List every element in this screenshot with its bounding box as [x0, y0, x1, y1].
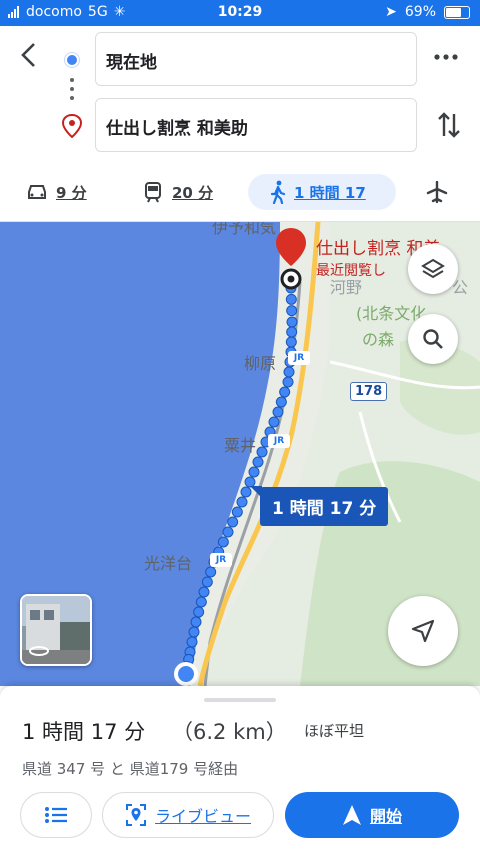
- live-view-label: ライブビュー: [154, 807, 251, 826]
- map-place-label: 伊予和気: [212, 222, 277, 237]
- route-dot: [186, 636, 198, 648]
- route-dots-icon: [70, 78, 74, 105]
- map-view[interactable]: 伊予和気 仕出し割烹 和美 最近閲覧し 河野 公 (北条文化 の森 柳原 粟井 …: [0, 222, 480, 686]
- map-place-label: 柳原: [244, 354, 277, 373]
- airplane-icon: [426, 181, 448, 203]
- route-duration-badge[interactable]: 1 時間 17 分: [249, 486, 389, 526]
- car-icon: [28, 185, 46, 199]
- tab-transit[interactable]: 20 分: [142, 174, 213, 210]
- route-dot: [188, 626, 200, 638]
- start-navigation-icon: [342, 805, 361, 825]
- route-dot: [286, 326, 298, 338]
- route-dot: [236, 496, 248, 508]
- route-via: 県道 347 号 と 県道179 号経由: [22, 760, 239, 778]
- recenter-button[interactable]: [388, 596, 458, 666]
- live-view-button[interactable]: ライブビュー: [102, 792, 274, 838]
- route-dot: [201, 576, 213, 588]
- battery-icon: [444, 5, 470, 19]
- back-button[interactable]: [14, 40, 44, 70]
- route-dot: [268, 416, 280, 428]
- location-arrow-icon: ➤: [385, 4, 397, 20]
- jr-station-icon: JR: [288, 351, 310, 365]
- map-place-label: 光洋台: [144, 554, 193, 573]
- swap-button[interactable]: [436, 110, 462, 144]
- battery-text: 69%: [404, 4, 436, 20]
- route-dot: [279, 386, 291, 398]
- tab-walk[interactable]: 1 時間 17: [248, 174, 396, 210]
- sheet-drag-handle[interactable]: [204, 698, 276, 702]
- search-icon: [423, 329, 443, 349]
- origin-field[interactable]: 現在地: [95, 32, 417, 86]
- route-dot: [222, 526, 234, 538]
- map-search-button[interactable]: [408, 314, 458, 364]
- route-dot: [285, 293, 297, 305]
- jr-station-icon: JR: [210, 553, 232, 567]
- street-view-360-icon: [29, 646, 49, 656]
- route-dot: [217, 536, 229, 548]
- route-dot: [252, 456, 264, 468]
- layers-button[interactable]: [408, 244, 458, 294]
- destination-field[interactable]: 仕出し割烹 和美助: [95, 98, 417, 152]
- route-dot: [286, 316, 298, 328]
- route-dot: [231, 506, 243, 518]
- road-number-shield: 178: [350, 382, 388, 401]
- map-place-label: 河野: [330, 278, 363, 297]
- route-dot: [193, 606, 205, 618]
- route-dot: [275, 396, 287, 408]
- route-dot: [282, 376, 294, 388]
- tab-car[interactable]: 9 分: [26, 174, 87, 210]
- destination-pin-icon: [61, 113, 83, 142]
- layers-icon: [421, 258, 445, 279]
- start-button[interactable]: 開始: [285, 792, 459, 838]
- walk-icon: [270, 180, 286, 204]
- more-options-button[interactable]: [434, 46, 458, 65]
- route-summary-sheet[interactable]: 1 時間 17 分 （6.2 km） ほぼ平坦 県道 347 号 と 県道179…: [0, 686, 480, 854]
- map-place-label: 粟井: [224, 436, 257, 455]
- live-view-icon: [125, 804, 146, 826]
- route-dot: [248, 466, 260, 478]
- map-place-label: の森: [362, 330, 395, 349]
- navigation-arrow-icon: [411, 619, 435, 643]
- clock: 10:29: [217, 4, 263, 20]
- directions-header: 現在地 仕出し割烹 和美助: [0, 26, 480, 162]
- destination-marker-icon: [276, 228, 306, 290]
- origin-dot-icon: [65, 53, 79, 67]
- steps-button[interactable]: [20, 792, 92, 838]
- back-arrow-icon: [21, 43, 35, 67]
- tab-car-label: 9 分: [56, 183, 87, 202]
- route-dot: [285, 336, 297, 348]
- travel-mode-tabs: 9 分 20 分 1 時間 17: [0, 162, 480, 222]
- route-dot: [286, 305, 298, 317]
- route-distance: （6.2 km）: [172, 720, 287, 744]
- route-dot: [195, 596, 207, 608]
- route-dot: [227, 516, 239, 528]
- jr-station-icon: JR: [268, 434, 290, 448]
- start-label: 開始: [369, 807, 402, 826]
- route-dot: [198, 586, 210, 598]
- route-dot: [190, 616, 202, 628]
- route-terrain: ほぼ平坦: [304, 722, 365, 740]
- tab-transit-label: 20 分: [172, 183, 214, 202]
- route-dot: [283, 366, 295, 378]
- tab-flight[interactable]: [426, 174, 448, 210]
- swap-icon: [438, 112, 460, 138]
- route-duration: 1 時間 17 分: [22, 720, 146, 744]
- street-view-thumbnail[interactable]: [20, 594, 92, 666]
- status-bar: docomo 5G ✳ 10:29 ➤ 69%: [0, 0, 480, 26]
- route-dot: [205, 566, 217, 578]
- more-icon: [434, 54, 458, 60]
- list-icon: [45, 807, 67, 823]
- route-dot: [256, 446, 268, 458]
- train-icon: [145, 182, 161, 203]
- tab-walk-label: 1 時間 17: [294, 183, 366, 202]
- route-dot: [272, 406, 284, 418]
